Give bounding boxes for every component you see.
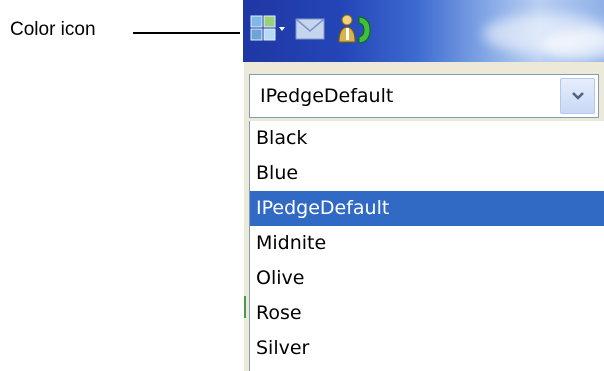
color-options-list: Black Blue IPedgeDefault Midnite Olive R… xyxy=(249,121,604,371)
phone-user-button[interactable] xyxy=(333,8,377,52)
dropdown-arrow-icon xyxy=(279,27,285,31)
option-rose[interactable]: Rose xyxy=(250,296,604,331)
dropdown-button[interactable] xyxy=(560,78,595,114)
background-edge xyxy=(244,296,246,318)
callout-leader-line xyxy=(133,32,240,34)
option-midnite[interactable]: Midnite xyxy=(250,226,604,261)
option-silver[interactable]: Silver xyxy=(250,331,604,366)
color-scheme-select[interactable]: IPedgeDefault xyxy=(249,74,599,118)
mail-button[interactable] xyxy=(292,8,328,52)
chevron-down-icon xyxy=(572,92,584,100)
option-olive[interactable]: Olive xyxy=(250,261,604,296)
option-black[interactable]: Black xyxy=(250,121,604,156)
phone-user-icon xyxy=(338,14,371,44)
option-blue[interactable]: Blue xyxy=(250,156,604,191)
color-scheme-icon xyxy=(250,15,285,41)
callout-label: Color icon xyxy=(10,19,96,40)
mail-icon xyxy=(295,18,325,40)
selected-value: IPedgeDefault xyxy=(260,85,394,107)
option-ipedgedefault[interactable]: IPedgeDefault xyxy=(250,191,604,226)
color-icon-button[interactable] xyxy=(250,8,288,52)
